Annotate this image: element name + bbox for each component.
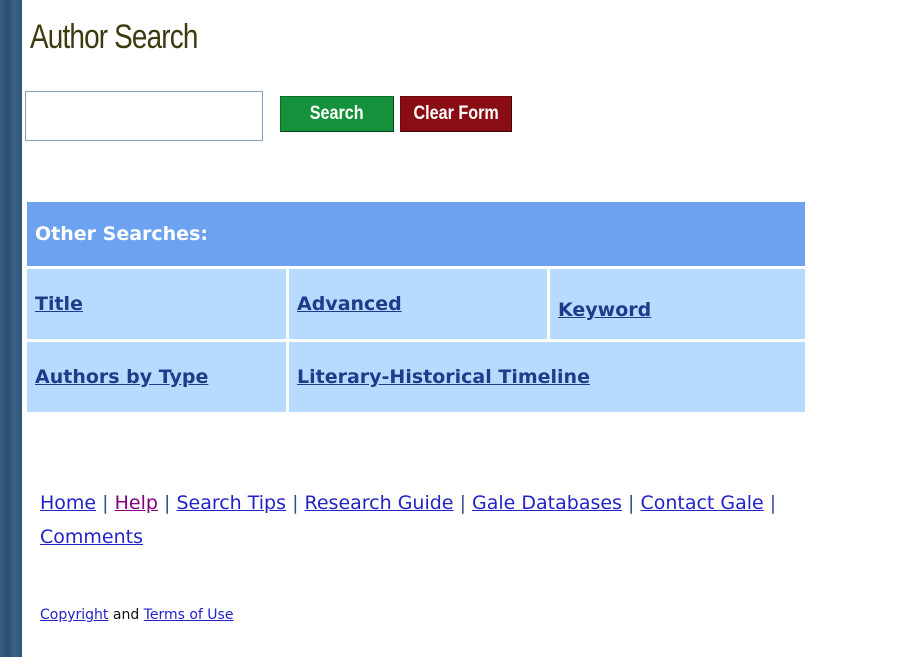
- footer-separator: |: [628, 492, 635, 514]
- table-cell: Advanced: [289, 269, 547, 339]
- page-title: Author Search: [30, 18, 198, 56]
- other-searches-table: Other Searches: Title Advanced Keyword A…: [24, 199, 808, 415]
- table-cell: Title: [27, 269, 286, 339]
- search-button-label: Search: [310, 103, 364, 124]
- other-searches-header: Other Searches:: [27, 202, 805, 266]
- footer-separator: |: [102, 492, 109, 514]
- author-search-input[interactable]: [25, 91, 263, 141]
- terms-of-use-link[interactable]: Terms of Use: [144, 607, 234, 623]
- copyright-and-text: and: [112, 607, 140, 623]
- search-button[interactable]: Search: [280, 96, 394, 132]
- table-row: Authors by Type Literary-Historical Time…: [27, 342, 805, 412]
- comments-link[interactable]: Comments: [40, 526, 143, 548]
- footer-separator: |: [769, 492, 777, 514]
- other-searches-header-row: Other Searches:: [27, 202, 805, 266]
- table-cell: Keyword: [550, 269, 805, 339]
- table-row: Title Advanced Keyword: [27, 269, 805, 339]
- advanced-search-link[interactable]: Advanced: [297, 293, 402, 315]
- clear-form-button[interactable]: Clear Form: [400, 96, 512, 132]
- timeline-link[interactable]: Literary-Historical Timeline: [297, 366, 590, 388]
- table-cell: Literary-Historical Timeline: [289, 342, 805, 412]
- clear-form-button-label: Clear Form: [413, 103, 499, 124]
- footer-separator: |: [459, 492, 466, 514]
- search-tips-link[interactable]: Search Tips: [176, 492, 286, 514]
- contact-gale-link[interactable]: Contact Gale: [640, 492, 763, 514]
- authors-by-type-link[interactable]: Authors by Type: [35, 366, 208, 388]
- help-link[interactable]: Help: [115, 492, 158, 514]
- research-guide-link[interactable]: Research Guide: [305, 492, 454, 514]
- home-link[interactable]: Home: [40, 492, 96, 514]
- footer-separator: |: [163, 492, 171, 514]
- footer-nav: Home | Help | Search Tips | Research Gui…: [40, 486, 915, 554]
- title-search-link[interactable]: Title: [35, 293, 83, 315]
- copyright-line: Copyright and Terms of Use: [40, 607, 233, 623]
- gale-databases-link[interactable]: Gale Databases: [472, 492, 622, 514]
- footer-separator: |: [292, 492, 299, 514]
- keyword-search-link[interactable]: Keyword: [558, 299, 651, 321]
- table-cell: Authors by Type: [27, 342, 286, 412]
- copyright-link[interactable]: Copyright: [40, 607, 108, 623]
